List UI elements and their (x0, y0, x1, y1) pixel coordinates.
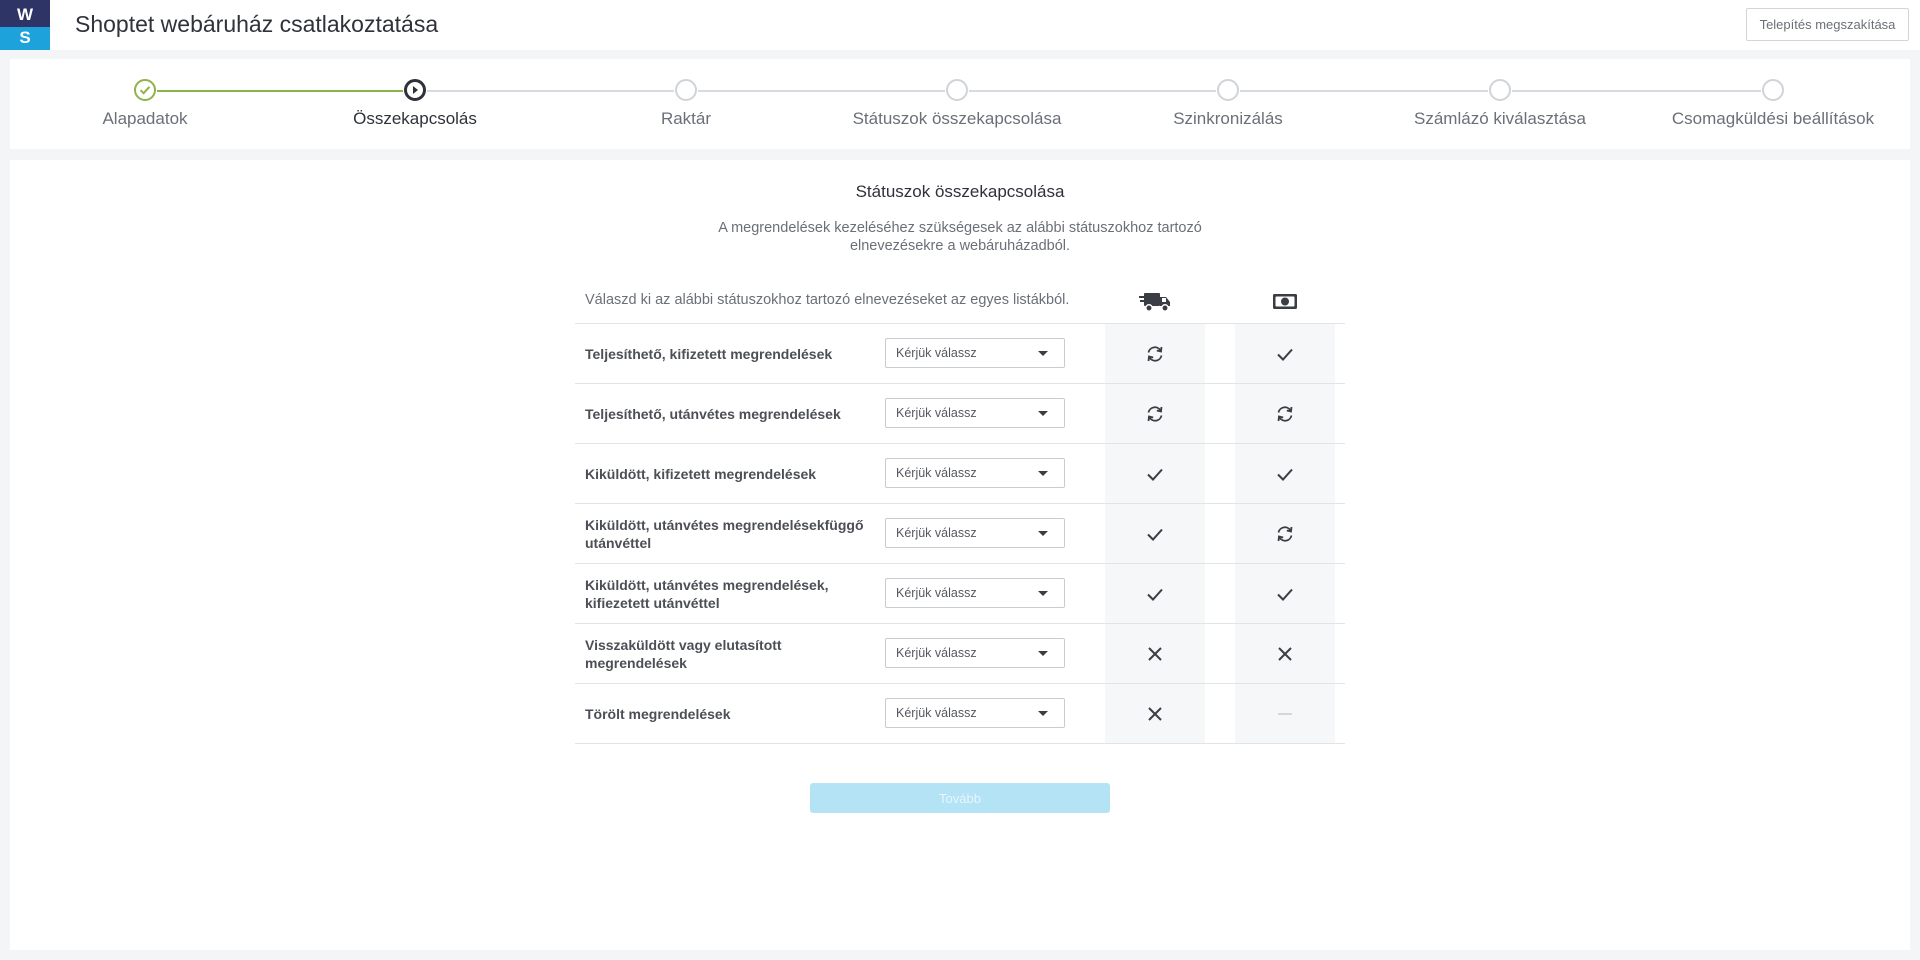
check-icon (1235, 564, 1335, 623)
status-select[interactable]: Kérjük válassz (885, 578, 1065, 608)
section-title: Státuszok összekapcsolása (855, 182, 1065, 201)
status-label: Kiküldött, kifizetett megrendelések (585, 466, 817, 482)
step-7: Csomagküldési beállítások (1643, 79, 1903, 129)
select-value: Kérjük válassz (896, 586, 977, 600)
step-pending-circle-icon (675, 79, 697, 101)
step-pending-circle-icon (1489, 79, 1511, 101)
status-mapping-table: Válaszd ki az alábbi státuszokhoz tartoz… (575, 280, 1345, 744)
delivery-truck-icon (1105, 288, 1205, 319)
caret-down-icon (1038, 471, 1048, 476)
select-value: Kérjük válassz (896, 406, 977, 420)
step-1: Alapadatok (15, 79, 275, 129)
table-row: Teljesíthető, kifizetett megrendelések Ké… (575, 324, 1345, 384)
app-logo: W S (0, 0, 50, 50)
caret-down-icon (1038, 351, 1048, 356)
step-label: Szinkronizálás (1173, 109, 1283, 128)
table-row: Kiküldött, utánvétes megrendelésekfüggő … (575, 504, 1345, 564)
step-done-check-icon (134, 79, 156, 101)
check-icon (1105, 564, 1205, 623)
step-pending-circle-icon (1217, 79, 1239, 101)
status-select[interactable]: Kérjük válassz (885, 398, 1065, 428)
status-label: Kiküldött, utánvétes megrendelések, kifi… (585, 577, 829, 611)
table-row: Visszaküldött vagy elutasított megrendel… (575, 624, 1345, 684)
status-select[interactable]: Kérjük válassz (885, 698, 1065, 728)
top-bar: W S Shoptet webáruház csatlakoztatása Te… (0, 0, 1920, 50)
select-value: Kérjük válassz (896, 466, 977, 480)
step-2: Összekapcsolás (285, 79, 545, 129)
caret-down-icon (1038, 411, 1048, 416)
page-title: Shoptet webáruház csatlakoztatása (75, 11, 439, 37)
step-4: Státuszok összekapcsolása (827, 79, 1087, 129)
status-select[interactable]: Kérjük válassz (885, 458, 1065, 488)
step-label: Státuszok összekapcsolása (852, 109, 1062, 128)
select-value: Kérjük válassz (896, 706, 977, 720)
next-button[interactable]: Tovább (810, 783, 1110, 813)
cash-icon (1235, 288, 1335, 319)
caret-down-icon (1038, 591, 1048, 596)
select-value: Kérjük válassz (896, 346, 977, 360)
sync-icon (1105, 384, 1205, 443)
status-label: Teljesíthető, utánvétes megrendelések (585, 406, 841, 422)
close-icon (1105, 624, 1205, 683)
step-active-play-icon (404, 79, 426, 101)
step-label: Összekapcsolás (353, 109, 477, 128)
table-row: Törölt megrendelések Kérjük válassz (575, 684, 1345, 744)
step-pending-circle-icon (1762, 79, 1784, 101)
progress-stepper: Alapadatok Összekapcsolás Raktár Státuszok … (10, 59, 1910, 149)
main-panel: Státuszok összekapcsolása A megrendelése… (10, 160, 1910, 950)
close-icon (1235, 624, 1335, 683)
status-label: Visszaküldött vagy elutasított megrendel… (585, 637, 782, 671)
step-label: Raktár (660, 109, 712, 128)
table-row: Teljesíthető, utánvétes megrendelések Kér… (575, 384, 1345, 444)
step-label: Alapadatok (102, 109, 188, 128)
caret-down-icon (1038, 531, 1048, 536)
check-icon (1105, 504, 1205, 563)
check-icon (1235, 444, 1335, 503)
status-label: Törölt megrendelések (585, 706, 731, 722)
sync-icon (1235, 504, 1335, 563)
step-pending-circle-icon (946, 79, 968, 101)
section-description: A megrendelések kezeléséhez szükségesek … (718, 220, 1202, 254)
table-row: Kiküldött, utánvétes megrendelések, kifi… (575, 564, 1345, 624)
step-3: Raktár (556, 79, 816, 129)
select-value: Kérjük válassz (896, 526, 977, 540)
step-6: Számlázó kiválasztása (1370, 79, 1630, 129)
table-header: Válaszd ki az alábbi státuszokhoz tartoz… (575, 280, 1345, 324)
logo-bottom-letter: S (0, 27, 50, 50)
caret-down-icon (1038, 711, 1048, 716)
sync-icon (1105, 324, 1205, 383)
check-icon (1105, 444, 1205, 503)
select-value: Kérjük válassz (896, 646, 977, 660)
step-label: Számlázó kiválasztása (1414, 109, 1586, 128)
status-select[interactable]: Kérjük válassz (885, 518, 1065, 548)
logo-top-letter: W (0, 0, 50, 27)
step-5: Szinkronizálás (1098, 79, 1358, 129)
sync-icon (1235, 384, 1335, 443)
step-label: Csomagküldési beállítások (1671, 109, 1875, 128)
table-row: Kiküldött, kifizetett megrendelések Kérjü… (575, 444, 1345, 504)
status-label: Kiküldött, utánvétes megrendelésekfüggő … (585, 517, 864, 551)
close-icon (1105, 684, 1205, 743)
check-icon (1235, 324, 1335, 383)
table-instruction: Válaszd ki az alábbi státuszokhoz tartoz… (585, 292, 1070, 308)
cancel-install-button[interactable]: Telepítés megszakítása (1746, 8, 1909, 41)
dash-icon (1235, 684, 1335, 743)
caret-down-icon (1038, 651, 1048, 656)
status-select[interactable]: Kérjük válassz (885, 638, 1065, 668)
status-label: Teljesíthető, kifizetett megrendelések (585, 346, 833, 362)
status-select[interactable]: Kérjük válassz (885, 338, 1065, 368)
